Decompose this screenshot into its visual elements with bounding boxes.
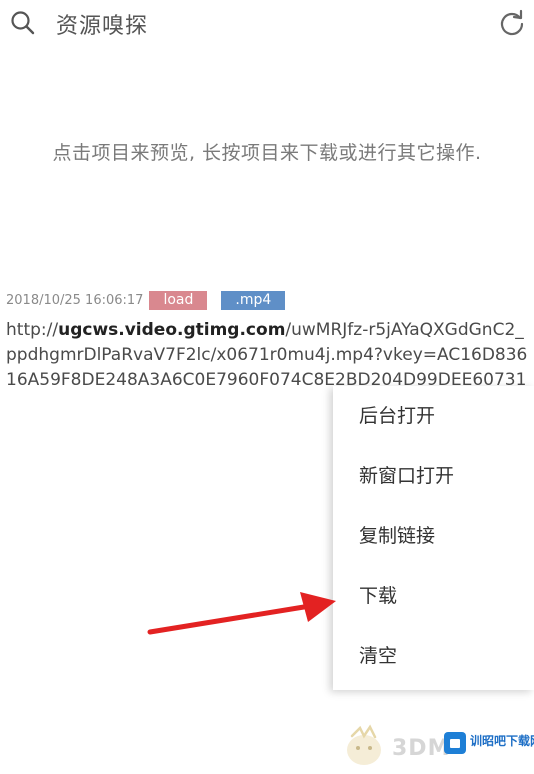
site-logo: 训昭吧下载网	[444, 728, 534, 758]
site-logo-icon	[444, 732, 466, 754]
site-logo-text: 训昭吧下载网	[470, 734, 534, 748]
menu-item-clear[interactable]: 清空	[333, 626, 534, 686]
menu-item-copy-link[interactable]: 复制链接	[333, 506, 534, 566]
resource-meta: 2018/10/25 16:06:17 load .mp4	[6, 290, 528, 310]
mascot-watermark-icon	[347, 724, 381, 765]
usage-hint: 点击项目来预览, 长按项目来下载或进行其它操作.	[52, 142, 482, 164]
search-icon[interactable]	[10, 10, 36, 36]
annotation-arrow-icon	[147, 592, 336, 635]
resource-url[interactable]: http://ugcws.video.gtimg.com/uwMRJfz-r5j…	[6, 318, 528, 396]
menu-item-open-new-window[interactable]: 新窗口打开	[333, 446, 534, 506]
resource-item[interactable]: 2018/10/25 16:06:17 load .mp4 http://ugc…	[6, 290, 528, 396]
menu-item-download[interactable]: 下载	[333, 566, 534, 626]
menu-item-open-background[interactable]: 后台打开	[333, 386, 534, 446]
brand-watermark: 3DM	[392, 736, 451, 761]
refresh-icon[interactable]	[498, 9, 526, 37]
top-bar: 资源嗅探	[0, 0, 534, 48]
resource-timestamp: 2018/10/25 16:06:17	[6, 292, 144, 308]
status-badge: load	[149, 290, 208, 310]
url-host: ugcws.video.gtimg.com	[58, 320, 286, 340]
page-title: 资源嗅探	[56, 14, 149, 39]
context-menu: 后台打开 新窗口打开 复制链接 下载 清空	[333, 386, 534, 690]
url-prefix: http://	[6, 320, 59, 340]
file-type-badge: .mp4	[221, 290, 286, 310]
